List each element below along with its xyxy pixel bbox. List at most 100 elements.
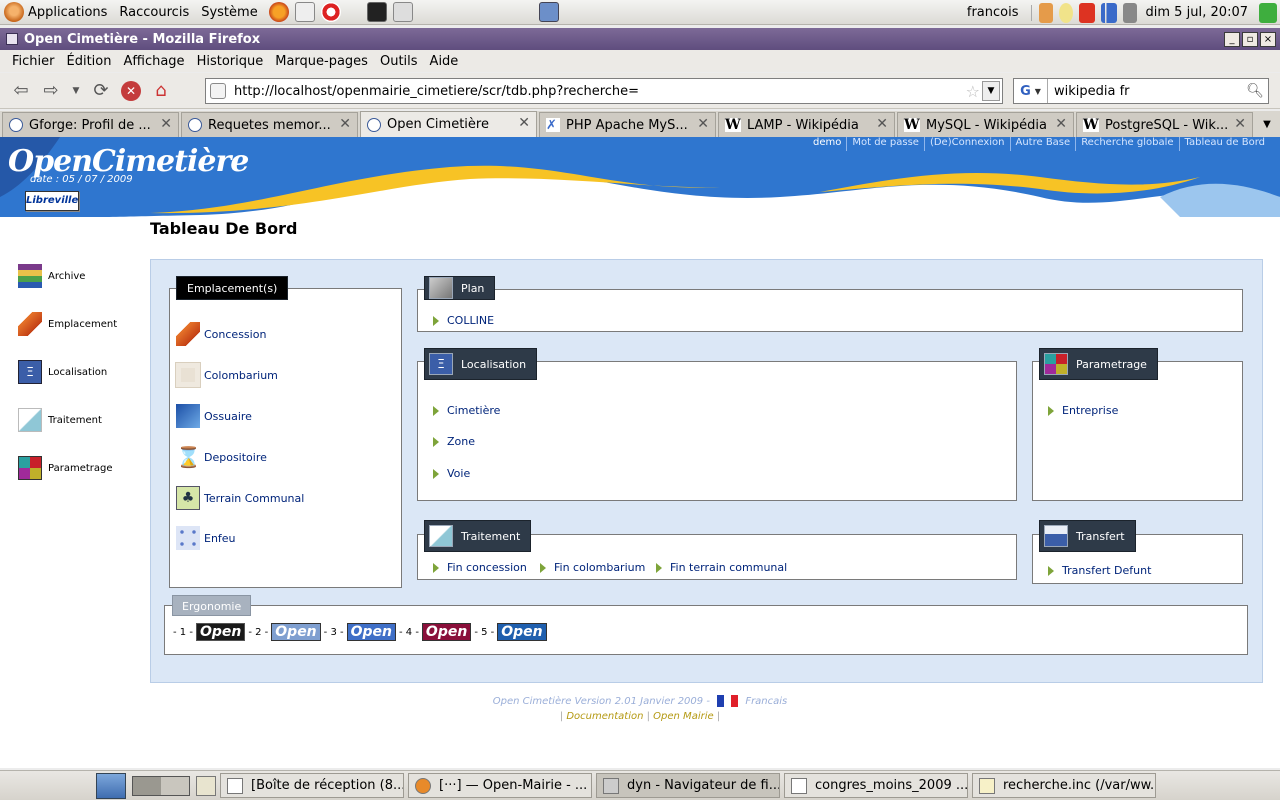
terminal-launcher-icon[interactable] bbox=[366, 2, 387, 22]
task-inbox[interactable]: [Boîte de réception (8... bbox=[220, 773, 404, 798]
ergonomie-theme-3[interactable]: Open bbox=[346, 623, 396, 641]
close-tab-icon[interactable]: ✕ bbox=[518, 115, 530, 131]
reload-icon[interactable]: ⟳ bbox=[86, 77, 116, 105]
menu-historique[interactable]: Historique bbox=[197, 54, 264, 69]
emplacement-enfeu[interactable]: Enfeu bbox=[176, 526, 236, 550]
search-engine-icon[interactable]: G ▼ bbox=[1014, 79, 1048, 103]
shortcuts-menu[interactable]: Raccourcis bbox=[119, 5, 189, 20]
nav-archive[interactable]: Archive bbox=[18, 252, 138, 300]
url-bar[interactable]: http://localhost/openmairie_cimetiere/sc… bbox=[205, 78, 1003, 104]
menu-outils[interactable]: Outils bbox=[380, 54, 418, 69]
traitement-fin-colombarium[interactable]: Fin colombarium bbox=[540, 561, 645, 574]
close-tab-icon[interactable]: ✕ bbox=[876, 116, 888, 132]
task-congres[interactable]: congres_moins_2009 ... bbox=[784, 773, 968, 798]
menu-edition[interactable]: Édition bbox=[67, 54, 112, 69]
window-list-icon[interactable] bbox=[196, 775, 216, 796]
maximize-button[interactable]: ▫ bbox=[1242, 32, 1258, 47]
menu-fichier[interactable]: Fichier bbox=[12, 54, 55, 69]
panel-clock[interactable]: dim 5 juI, 20:07 bbox=[1146, 5, 1248, 20]
close-tab-icon[interactable]: ✕ bbox=[697, 116, 709, 132]
minimize-button[interactable]: _ bbox=[1224, 32, 1240, 47]
close-tab-icon[interactable]: ✕ bbox=[1234, 116, 1246, 132]
workspace-switcher[interactable] bbox=[132, 775, 190, 796]
network-icon[interactable] bbox=[1100, 2, 1117, 23]
screenshot-launcher-icon[interactable] bbox=[392, 2, 413, 22]
ergonomie-theme-1[interactable]: Open bbox=[195, 623, 246, 641]
logout-icon[interactable] bbox=[1259, 2, 1277, 23]
home-icon[interactable]: ⌂ bbox=[146, 77, 176, 105]
help-launcher-icon[interactable] bbox=[320, 2, 341, 22]
gnome-foot-icon[interactable] bbox=[4, 2, 24, 22]
nav-parametrage[interactable]: Parametrage bbox=[18, 444, 138, 492]
link-logout[interactable]: (De)Connexion bbox=[923, 137, 1010, 151]
tab-open-cimetiere[interactable]: Open Cimetière ✕ bbox=[360, 111, 537, 137]
stop-icon[interactable]: ✕ bbox=[116, 77, 146, 105]
update-icon[interactable] bbox=[1078, 2, 1095, 23]
task-recherche[interactable]: recherche.inc (/var/ww... bbox=[972, 773, 1156, 798]
volume-icon[interactable] bbox=[1122, 2, 1137, 23]
ergonomie-theme-2[interactable]: Open bbox=[271, 623, 321, 641]
french-flag-icon[interactable] bbox=[717, 695, 739, 707]
tab-php-apache[interactable]: ✗ PHP Apache MyS... ✕ bbox=[539, 112, 716, 137]
url-dropdown-icon[interactable]: ▼ bbox=[982, 81, 1000, 101]
close-tab-icon[interactable]: ✕ bbox=[339, 116, 351, 132]
tab-gforge[interactable]: Gforge: Profil de ... ✕ bbox=[2, 112, 179, 137]
close-tab-icon[interactable]: ✕ bbox=[1055, 116, 1067, 132]
task-file-browser[interactable]: dyn - Navigateur de fi... bbox=[596, 773, 780, 798]
emplacement-colombarium[interactable]: Colombarium bbox=[175, 362, 278, 388]
mail-launcher-icon[interactable] bbox=[294, 2, 315, 22]
bookmark-star-icon[interactable]: ☆ bbox=[966, 82, 980, 101]
link-other-base[interactable]: Autre Base bbox=[1009, 137, 1076, 151]
close-window-button[interactable]: × bbox=[1260, 32, 1276, 47]
ergonomie-theme-4[interactable]: Open bbox=[421, 623, 472, 641]
search-input[interactable]: wikipedia fr bbox=[1054, 84, 1130, 99]
emplacement-terrain-communal[interactable]: ♣ Terrain Communal bbox=[176, 486, 304, 510]
task-firefox[interactable]: [···] — Open-Mairie - ... bbox=[408, 773, 592, 798]
system-menu[interactable]: Système bbox=[201, 5, 257, 20]
footer-openmairie-link[interactable]: Open Mairie bbox=[653, 711, 713, 722]
nav-traitement[interactable]: Traitement bbox=[18, 396, 138, 444]
footer-language[interactable]: Francais bbox=[745, 696, 787, 707]
search-bar[interactable]: G ▼ wikipedia fr 🔍︎ bbox=[1013, 78, 1269, 104]
localisation-zone[interactable]: Zone bbox=[433, 435, 475, 448]
applications-menu[interactable]: Applications bbox=[28, 5, 107, 20]
ergonomie-theme-5[interactable]: Open bbox=[497, 623, 547, 641]
link-global-search[interactable]: Recherche globale bbox=[1075, 137, 1178, 151]
city-badge[interactable]: Libreville bbox=[25, 191, 79, 211]
emplacement-depositoire[interactable]: ⌛ Depositoire bbox=[176, 445, 267, 469]
menu-aide[interactable]: Aide bbox=[430, 54, 459, 69]
link-password[interactable]: Mot de passe bbox=[846, 137, 924, 151]
menu-marque-pages[interactable]: Marque-pages bbox=[275, 54, 368, 69]
show-desktop-icon[interactable] bbox=[538, 2, 559, 22]
tab-list-icon[interactable]: ▼ bbox=[1257, 119, 1277, 130]
panel-user[interactable]: francois bbox=[967, 5, 1019, 20]
tab-requetes[interactable]: Requetes memor... ✕ bbox=[181, 112, 358, 137]
tab-mysql[interactable]: W MySQL - Wikipédia ✕ bbox=[897, 112, 1074, 137]
back-icon[interactable]: ⇦ bbox=[6, 77, 36, 105]
traitement-fin-terrain-communal[interactable]: Fin terrain communal bbox=[656, 561, 787, 574]
close-tab-icon[interactable]: ✕ bbox=[160, 116, 172, 132]
firefox-launcher-icon[interactable] bbox=[268, 2, 289, 22]
tab-postgresql[interactable]: W PostgreSQL - Wik... ✕ bbox=[1076, 112, 1253, 137]
tab-lamp[interactable]: W LAMP - Wikipédia ✕ bbox=[718, 112, 895, 137]
window-menu-icon[interactable] bbox=[6, 33, 18, 45]
emplacement-concession[interactable]: Concession bbox=[176, 322, 266, 346]
ossuaire-icon bbox=[176, 404, 200, 428]
parametrage-entreprise[interactable]: Entreprise bbox=[1048, 404, 1118, 417]
search-magnifier-icon[interactable]: 🔍︎ bbox=[1246, 83, 1264, 99]
url-text[interactable]: http://localhost/openmairie_cimetiere/sc… bbox=[234, 84, 639, 99]
trash-icon[interactable] bbox=[96, 772, 126, 799]
nav-localisation[interactable]: Ξ Localisation bbox=[18, 348, 138, 396]
plan-colline[interactable]: COLLINE bbox=[433, 314, 494, 327]
emplacement-ossuaire[interactable]: Ossuaire bbox=[176, 404, 252, 428]
transfert-defunt[interactable]: Transfert Defunt bbox=[1048, 564, 1151, 577]
history-dropdown-icon[interactable]: ▼ bbox=[66, 77, 86, 105]
menu-affichage[interactable]: Affichage bbox=[123, 54, 184, 69]
localisation-cimetiere[interactable]: Cimetière bbox=[433, 404, 500, 417]
traitement-fin-concession[interactable]: Fin concession bbox=[433, 561, 527, 574]
footer-documentation-link[interactable]: Documentation bbox=[566, 711, 643, 722]
nav-emplacement[interactable]: Emplacement bbox=[18, 300, 138, 348]
link-dashboard[interactable]: Tableau de Bord bbox=[1178, 137, 1270, 151]
forward-icon[interactable]: ⇨ bbox=[36, 77, 66, 105]
localisation-voie[interactable]: Voie bbox=[433, 467, 470, 480]
